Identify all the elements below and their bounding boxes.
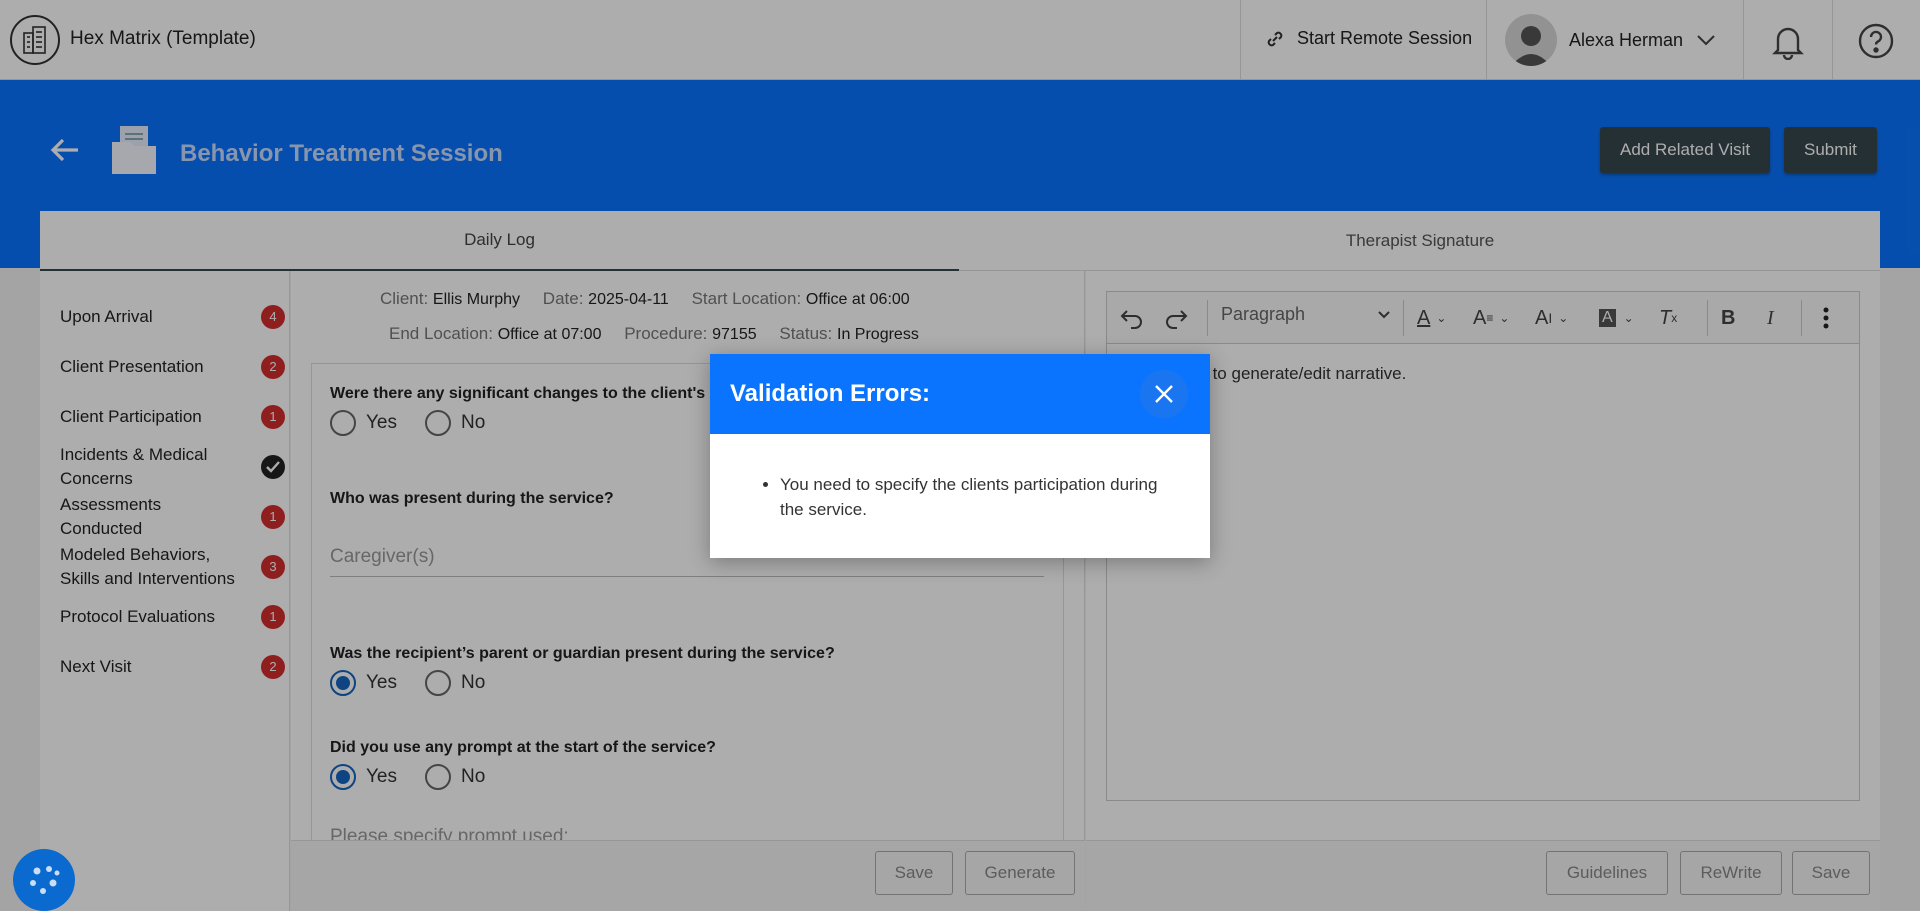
error-list: You need to specify the clients particip… (780, 472, 1180, 522)
close-icon[interactable] (1140, 370, 1188, 418)
cookie-settings-icon[interactable] (13, 849, 75, 911)
dialog-header: Validation Errors: (710, 354, 1210, 434)
error-item: You need to specify the clients particip… (780, 472, 1180, 522)
validation-errors-dialog: Validation Errors: You need to specify t… (710, 354, 1210, 558)
dialog-title: Validation Errors: (730, 380, 931, 407)
